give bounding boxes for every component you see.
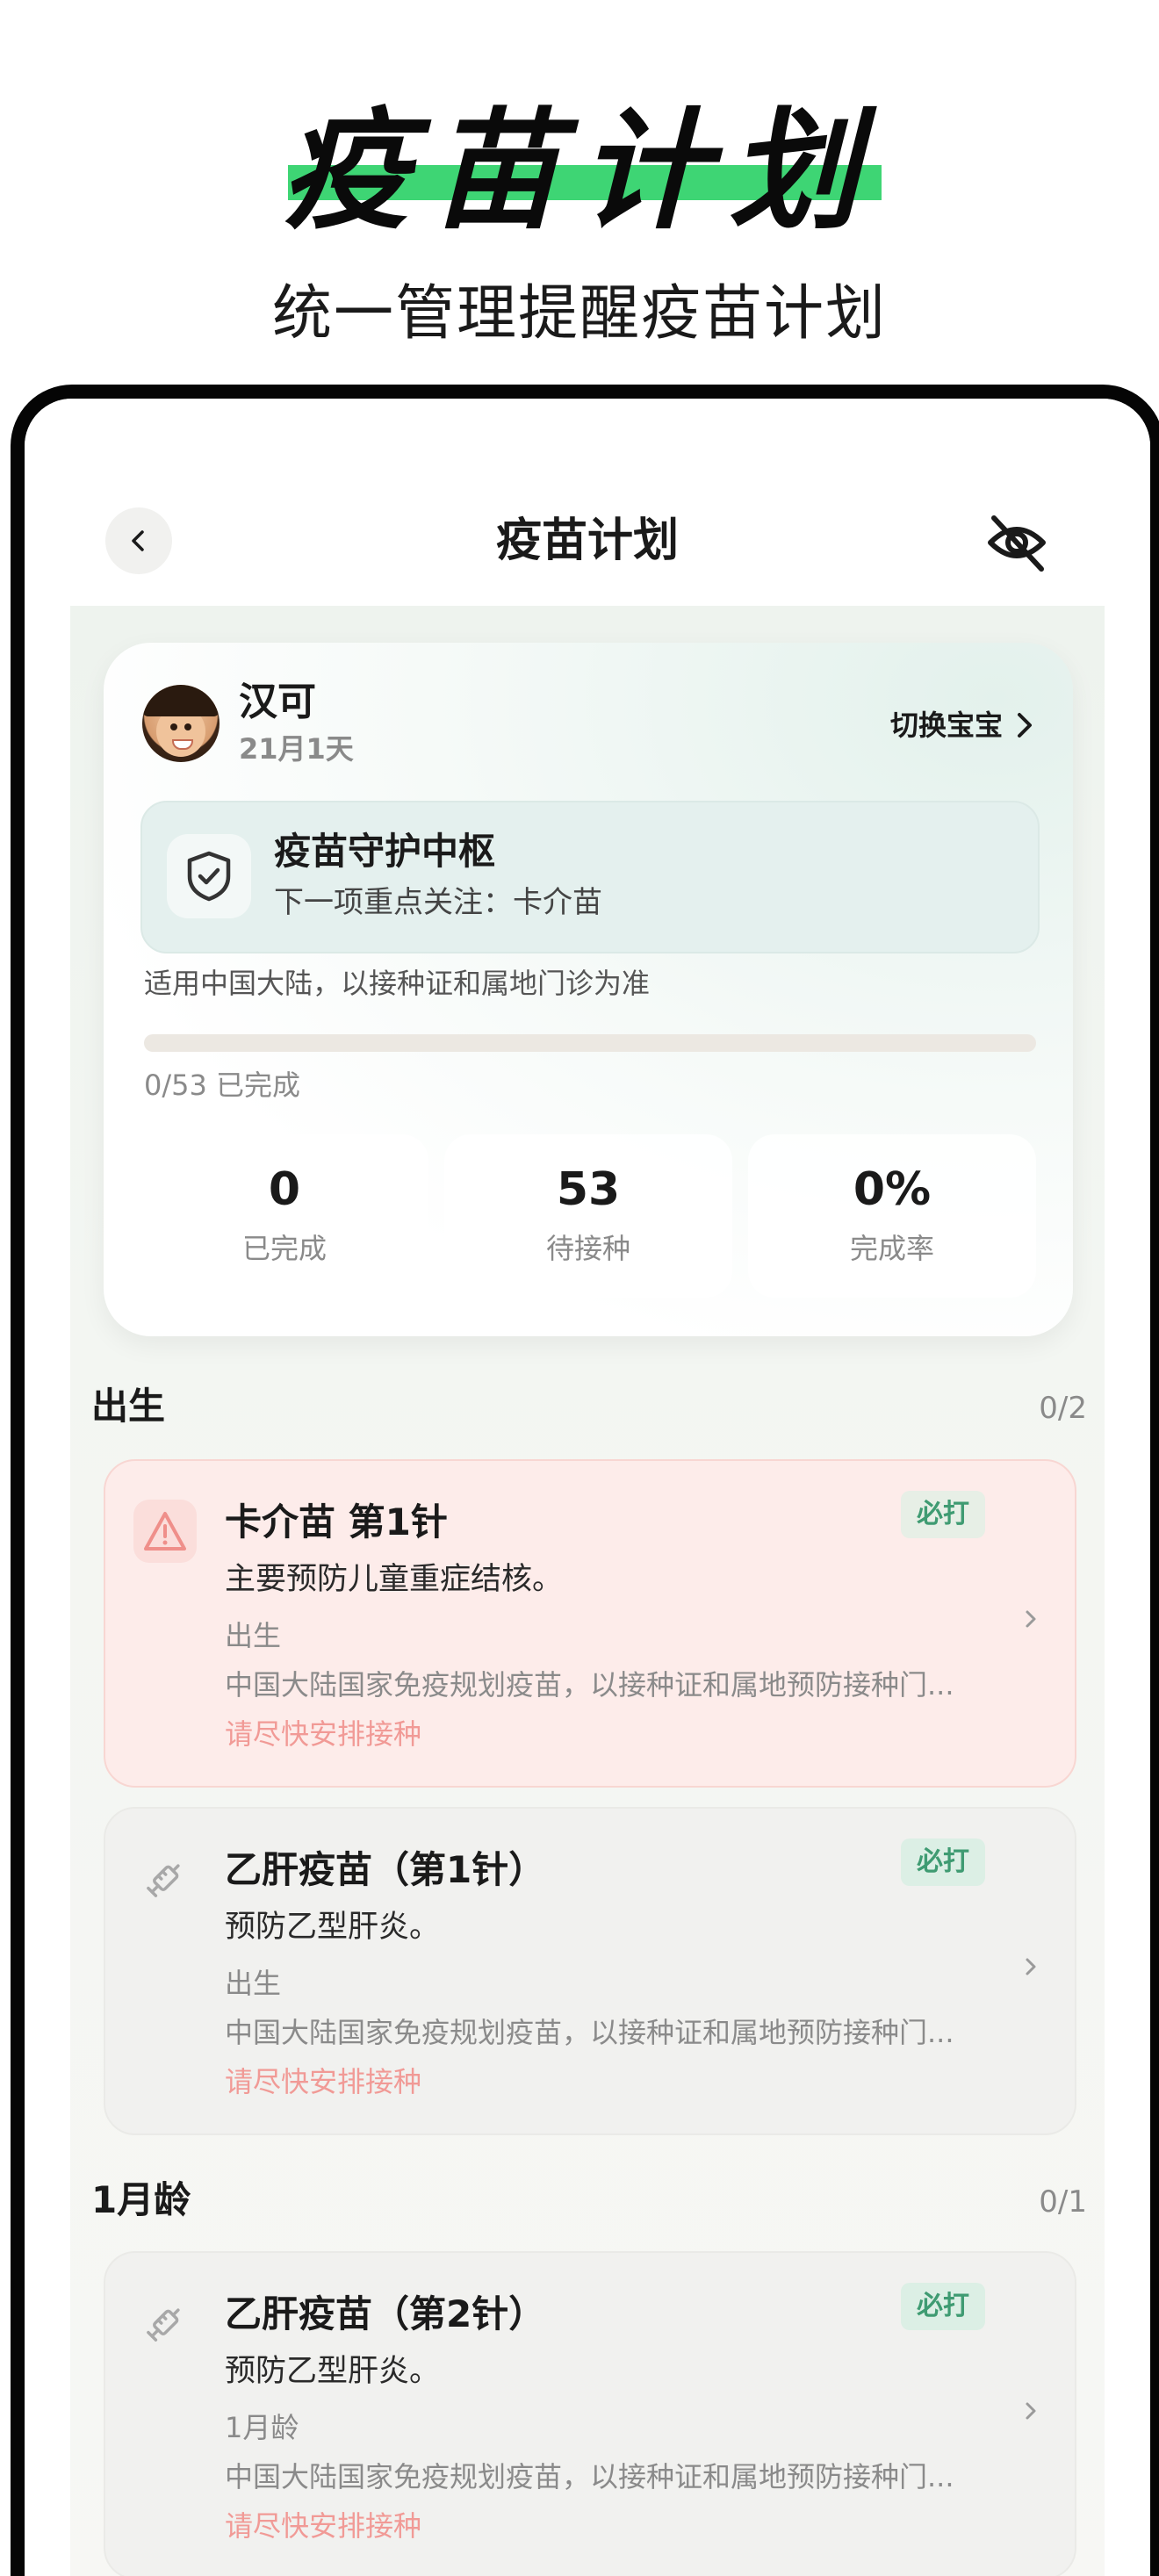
vaccine-age: 1月龄 [225,2411,299,2444]
scroll-content: 汉可 21月1天 切换宝宝 疫苗守护中枢 下一项重点关注：卡介苗 适用中国大陆，… [70,606,1105,2576]
stat-completed: 0 已完成 [140,1134,428,1298]
section-header-birth: 出生 0/2 [70,1378,1105,1440]
chevron-right-icon [1026,1958,1036,1975]
vaccine-note: 中国大陆国家免疫规划疫苗，以接种证和属地预防接种门... [225,1668,954,1702]
region-note: 适用中国大陆，以接种证和属地门诊为准 [144,967,651,1000]
section-title: 1月龄 [91,2178,191,2221]
promo-header: 疫苗计划 [0,97,1159,246]
baby-summary-card: 汉可 21月1天 切换宝宝 疫苗守护中枢 下一项重点关注：卡介苗 适用中国大陆，… [104,643,1073,1336]
stat-label: 待接种 [545,1232,630,1265]
section-title: 出生 [91,1385,166,1428]
baby-name: 汉可 [239,680,316,724]
vaccine-action-hint: 请尽快安排接种 [225,1717,422,1751]
baby-age: 21月1天 [239,732,354,766]
promo-subtitle: 统一管理提醒疫苗计划 [271,279,887,349]
vaccine-age: 出生 [225,1619,282,1652]
vaccine-card[interactable]: 卡介苗 第1针 必打 主要预防儿童重症结核。 出生 中国大陆国家免疫规划疫苗，以… [104,1459,1076,1788]
vaccine-action-hint: 请尽快安排接种 [225,2509,422,2543]
navigation-bar: 疫苗计划 [25,399,1150,609]
vaccine-name: 卡介苗 第1针 [225,1500,448,1543]
vaccine-description: 预防乙型肝炎。 [225,1910,441,1945]
hub-next-focus: 下一项重点关注：卡介苗 [274,885,602,920]
vaccine-age: 出生 [225,1967,282,2000]
chevron-right-icon [1018,713,1032,738]
vaccine-card[interactable]: 乙肝疫苗（第2针） 必打 预防乙型肝炎。 1月龄 中国大陆国家免疫规划疫苗，以接… [104,2251,1076,2576]
progress-bar [144,1034,1036,1052]
vaccine-action-hint: 请尽快安排接种 [225,2065,422,2098]
section-header-1-month: 1月龄 0/1 [70,2172,1105,2234]
phone-frame: 疫苗计划 汉可 21月1天 切换宝宝 疫苗守护中枢 下一项重点关注：卡介苗 适用… [11,385,1159,2576]
switch-baby-label: 切换宝宝 [889,709,1003,742]
stat-value: 0% [853,1163,932,1216]
vaccine-note: 中国大陆国家免疫规划疫苗，以接种证和属地预防接种门... [225,2016,954,2049]
vaccine-description: 主要预防儿童重症结核。 [225,1562,564,1597]
syringe-icon [133,2292,197,2355]
stat-pending: 53 待接种 [444,1134,732,1298]
vaccine-card[interactable]: 乙肝疫苗（第1针） 必打 预防乙型肝炎。 出生 中国大陆国家免疫规划疫苗，以接种… [104,1807,1076,2135]
avatar [142,685,220,762]
warning-icon [133,1500,197,1563]
vaccine-description: 预防乙型肝炎。 [225,2354,441,2389]
chevron-right-icon [1026,1610,1036,1628]
switch-baby-button[interactable]: 切换宝宝 [890,704,1034,746]
vaccine-name: 乙肝疫苗（第1针） [225,1848,546,1891]
hub-title: 疫苗守护中枢 [274,830,496,873]
promo-title: 疫苗计划 [281,96,878,247]
progress-label: 0/53 已完成 [144,1069,301,1102]
shield-check-icon [187,851,231,902]
eye-off-icon [988,515,1046,572]
chevron-right-icon [1026,2402,1036,2420]
section-count: 0/1 [1039,2184,1087,2220]
stat-value: 53 [556,1163,621,1216]
stat-label: 完成率 [849,1232,934,1265]
vaccine-note: 中国大陆国家免疫规划疫苗，以接种证和属地预防接种门... [225,2460,954,2493]
required-badge: 必打 [901,1838,985,1886]
syringe-icon [133,1847,197,1910]
vaccine-hub-panel[interactable]: 疫苗守护中枢 下一项重点关注：卡介苗 [140,801,1040,953]
required-badge: 必打 [901,2283,985,2330]
visibility-toggle-button[interactable] [982,507,1052,578]
section-count: 0/2 [1039,1391,1087,1426]
stat-value: 0 [268,1163,301,1216]
required-badge: 必打 [901,1491,985,1538]
stat-rate: 0% 完成率 [748,1134,1036,1298]
vaccine-name: 乙肝疫苗（第2针） [225,2292,546,2335]
stat-label: 已完成 [241,1232,327,1265]
hub-icon-box [167,834,251,918]
